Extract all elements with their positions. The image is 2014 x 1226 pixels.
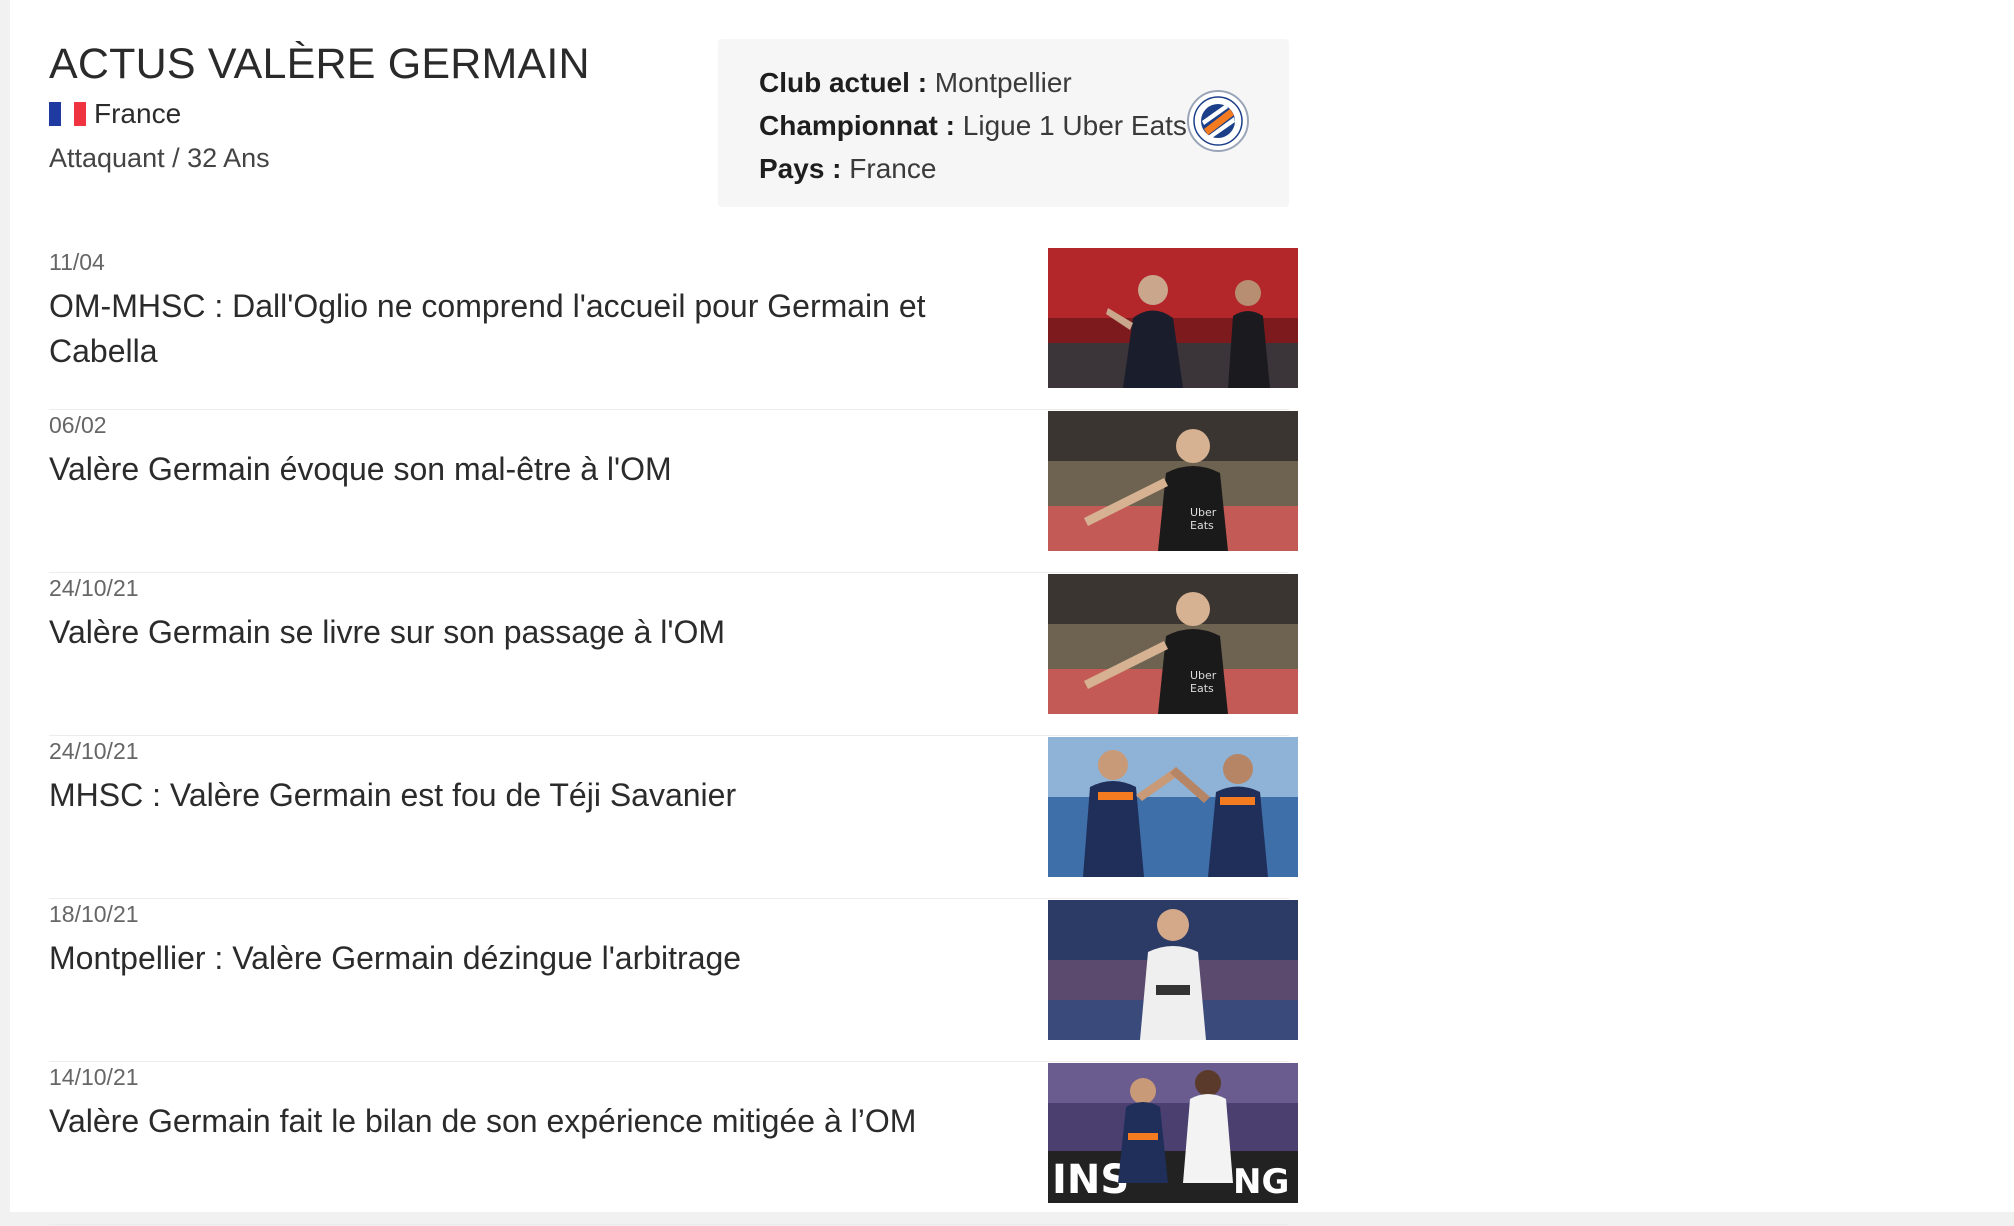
- news-headline[interactable]: Valère Germain se livre sur son passage …: [49, 610, 1009, 655]
- nationality-label: France: [94, 98, 182, 129]
- svg-text:NG: NG: [1233, 1162, 1289, 1202]
- news-thumbnail[interactable]: Uber Eats: [1048, 574, 1298, 714]
- page-title: ACTUS VALÈRE GERMAIN: [49, 40, 590, 88]
- club-row: Club actuel : Montpellier: [759, 61, 1187, 104]
- page: ACTUS VALÈRE GERMAIN France Attaquant / …: [10, 0, 2014, 1225]
- nationality: France: [49, 94, 590, 134]
- news-date: 24/10/21: [49, 575, 139, 601]
- coach-gesturing-photo: [1048, 248, 1298, 388]
- news-headline[interactable]: OM-MHSC : Dall'Oglio ne comprend l'accue…: [49, 284, 1009, 374]
- news-headline[interactable]: Valère Germain évoque son mal-être à l'O…: [49, 447, 1009, 492]
- country-value: France: [849, 153, 937, 184]
- news-item[interactable]: 18/10/21 Montpellier : Valère Germain dé…: [49, 900, 1298, 1062]
- news-thumbnail[interactable]: [1048, 248, 1298, 388]
- news-item[interactable]: 11/04 OM-MHSC : Dall'Oglio ne comprend l…: [49, 248, 1298, 410]
- germain-om-black-kit-photo: Uber Eats: [1048, 574, 1298, 714]
- svg-text:INS: INS: [1052, 1157, 1129, 1203]
- league-value[interactable]: Ligue 1 Uber Eats: [963, 110, 1187, 141]
- germain-om-black-kit-photo: Uber Eats: [1048, 411, 1298, 551]
- news-date: 18/10/21: [49, 901, 139, 927]
- league-row: Championnat : Ligue 1 Uber Eats: [759, 104, 1187, 147]
- news-date: 11/04: [49, 249, 105, 275]
- match-action-photo: INS NG: [1048, 1063, 1298, 1203]
- news-thumbnail[interactable]: INS NG: [1048, 1063, 1298, 1203]
- news-thumbnail[interactable]: Uber Eats: [1048, 411, 1298, 551]
- news-list: 11/04 OM-MHSC : Dall'Oglio ne comprend l…: [49, 248, 1298, 1226]
- svg-text:Uber: Uber: [1190, 669, 1217, 682]
- news-headline[interactable]: Montpellier : Valère Germain dézingue l'…: [49, 936, 1009, 981]
- svg-text:Eats: Eats: [1190, 682, 1214, 695]
- germain-white-kit-photo: [1048, 900, 1298, 1040]
- france-flag-icon: [49, 102, 86, 126]
- player-header: ACTUS VALÈRE GERMAIN France Attaquant / …: [49, 36, 590, 178]
- montpellier-crest-icon[interactable]: [1186, 89, 1250, 153]
- svg-text:Eats: Eats: [1190, 519, 1214, 532]
- country-label: Pays :: [759, 153, 842, 184]
- news-item[interactable]: 06/02 Valère Germain évoque son mal-être…: [49, 411, 1298, 573]
- club-value[interactable]: Montpellier: [935, 67, 1072, 98]
- league-label: Championnat :: [759, 110, 955, 141]
- news-date: 14/10/21: [49, 1064, 139, 1090]
- position-age: Attaquant / 32 Ans: [49, 143, 270, 173]
- news-item[interactable]: 14/10/21 Valère Germain fait le bilan de…: [49, 1063, 1298, 1225]
- news-thumbnail[interactable]: [1048, 737, 1298, 877]
- news-item[interactable]: 24/10/21 MHSC : Valère Germain est fou d…: [49, 737, 1298, 899]
- club-label: Club actuel :: [759, 67, 928, 98]
- news-date: 24/10/21: [49, 738, 139, 764]
- country-row: Pays : France: [759, 147, 1187, 190]
- news-headline[interactable]: MHSC : Valère Germain est fou de Téji Sa…: [49, 773, 1009, 818]
- news-thumbnail[interactable]: [1048, 900, 1298, 1040]
- players-high-five-photo: [1048, 737, 1298, 877]
- news-item[interactable]: 24/10/21 Valère Germain se livre sur son…: [49, 574, 1298, 736]
- news-headline[interactable]: Valère Germain fait le bilan de son expé…: [49, 1099, 1009, 1144]
- club-info-box: Club actuel : Montpellier Championnat : …: [718, 39, 1289, 207]
- svg-text:Uber: Uber: [1190, 506, 1217, 519]
- news-date: 06/02: [49, 412, 107, 438]
